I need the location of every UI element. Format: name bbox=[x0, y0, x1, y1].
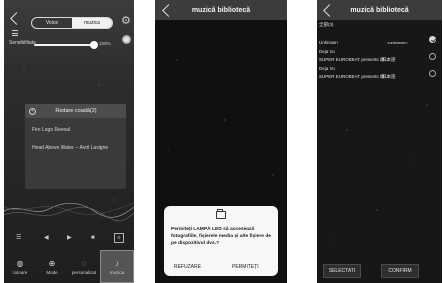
tab-muzica[interactable]: ♪ muzica bbox=[100, 250, 134, 283]
color-disc-icon[interactable] bbox=[122, 35, 131, 44]
sensitivity-value: 100% bbox=[99, 41, 111, 46]
sensitivity-slider-knob[interactable] bbox=[90, 41, 98, 49]
song-title: Unknown bbox=[319, 40, 338, 45]
back-icon[interactable] bbox=[162, 4, 175, 17]
stop-icon[interactable]: ■ bbox=[91, 234, 95, 242]
list-icon[interactable]: ☰ bbox=[16, 234, 21, 242]
gear-icon[interactable]: ⚙ bbox=[121, 16, 132, 27]
playback-controls: ☰ ◀ ▶ ■ ≡ bbox=[4, 231, 134, 245]
tab-personalizat[interactable]: ◌ personalizat bbox=[68, 250, 100, 283]
music-control-screen: Voice muzica ⚙ Sensibilitate 100% + Reda… bbox=[4, 0, 134, 283]
select-button[interactable]: SELECTATI bbox=[323, 264, 361, 278]
back-icon[interactable] bbox=[323, 4, 336, 17]
music-library-list-screen: muzică bibliotecă 全部(3) Unknown <unknown… bbox=[317, 0, 442, 283]
list-item[interactable]: SUPER EUROBEAT presents 頭 ... 日本語 bbox=[317, 72, 442, 81]
tab-culoare[interactable]: ◍ culoare bbox=[4, 250, 36, 283]
music-library-permission-screen: muzică bibliotecă Permiteți LAMPĂ LED să… bbox=[155, 0, 287, 283]
mode-icon: ⊕ bbox=[48, 258, 56, 268]
all-label: 全部(3) bbox=[319, 22, 334, 27]
list-item[interactable]: Unknown <unknown> bbox=[317, 38, 442, 47]
tab-label: personalizat bbox=[71, 269, 97, 275]
song-title: SUPER EUROBEAT presents 頭 ... bbox=[319, 57, 390, 62]
song-artist: 日本語 bbox=[382, 57, 396, 62]
song-title: SUPER EUROBEAT presents 頭 ... bbox=[319, 74, 390, 79]
previous-icon[interactable]: ◀ bbox=[44, 234, 49, 242]
sensitivity-slider[interactable] bbox=[34, 41, 98, 49]
music-note-icon: ♪ bbox=[115, 258, 119, 268]
song-title: Deja Vu bbox=[319, 66, 335, 71]
play-queue-panel: + Redare coadă(2) Fire Logo Reveal Head … bbox=[25, 104, 126, 189]
segment-music[interactable]: muzica bbox=[72, 18, 112, 28]
header-bar: muzică bibliotecă bbox=[155, 0, 287, 20]
checkbox-checked[interactable] bbox=[429, 36, 436, 43]
permission-dialog: Permiteți LAMPĂ LED să accesează fotogra… bbox=[164, 206, 278, 276]
page-title: muzică bibliotecă bbox=[350, 6, 409, 14]
allow-button[interactable]: PERMITEȚI bbox=[232, 264, 259, 270]
mode-segmented-control[interactable]: Voice muzica bbox=[31, 17, 113, 29]
add-icon[interactable]: + bbox=[29, 107, 36, 115]
sensitivity-label: Sensibilitate bbox=[9, 40, 36, 46]
palette-icon: ◍ bbox=[16, 258, 24, 268]
checkbox[interactable] bbox=[429, 53, 436, 60]
list-item[interactable]: SUPER EUROBEAT presents 頭 ... 日本語 bbox=[317, 55, 442, 64]
segment-voice[interactable]: Voice bbox=[32, 18, 72, 28]
song-title: Deja Vu bbox=[319, 49, 335, 54]
play-icon[interactable]: ▶ bbox=[67, 234, 72, 242]
permission-message: Permiteți LAMPĂ LED să accesează fotogra… bbox=[171, 227, 272, 246]
page-title: muzică bibliotecă bbox=[191, 6, 251, 14]
library-icon[interactable]: ≡ bbox=[114, 233, 124, 243]
queue-header: + Redare coadă(2) bbox=[25, 104, 126, 118]
queue-item[interactable]: Fire Logo Reveal bbox=[25, 124, 126, 136]
header-bar: muzică bibliotecă bbox=[317, 0, 442, 20]
queue-title: Redare coadă(2) bbox=[55, 108, 97, 114]
folder-icon bbox=[216, 209, 226, 219]
tab-label: muzica bbox=[109, 269, 125, 275]
tab-label: culoare bbox=[12, 269, 28, 275]
checkbox[interactable] bbox=[429, 70, 436, 77]
song-artist: <unknown> bbox=[387, 40, 408, 45]
deny-button[interactable]: REFUZARE bbox=[174, 264, 201, 270]
tab-mode[interactable]: ⊕ Mode bbox=[36, 250, 68, 283]
tab-label: Mode bbox=[46, 269, 58, 275]
back-icon[interactable] bbox=[10, 12, 23, 25]
waveform-visual bbox=[4, 202, 134, 222]
menu-icon[interactable] bbox=[12, 30, 18, 36]
song-artist: 日本語 bbox=[382, 74, 396, 79]
select-all-row[interactable]: 全部(3) bbox=[317, 21, 442, 30]
queue-item[interactable]: Head Above Water -- Avril Lavigne bbox=[25, 142, 126, 154]
sensitivity-slider-fill bbox=[34, 44, 96, 46]
custom-icon: ◌ bbox=[81, 258, 87, 268]
bottom-tab-bar: ◍ culoare ⊕ Mode ◌ personalizat ♪ muzica bbox=[4, 250, 134, 283]
confirm-button[interactable]: CONFIRM bbox=[381, 264, 419, 278]
